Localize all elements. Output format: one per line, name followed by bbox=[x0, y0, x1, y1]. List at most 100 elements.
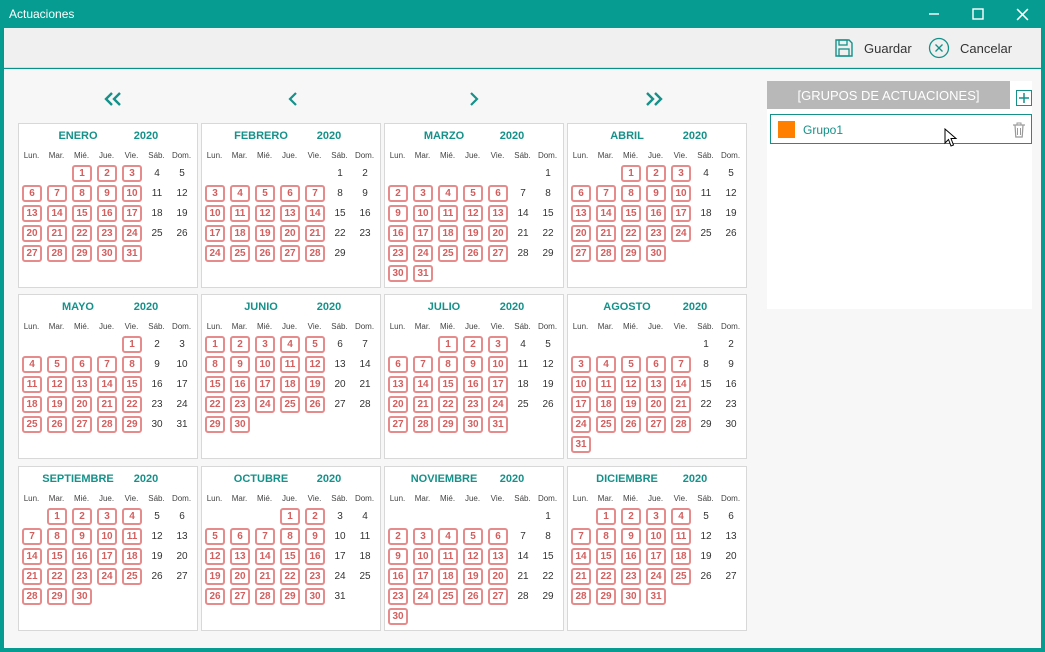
day-cell[interactable]: 7 bbox=[571, 528, 591, 545]
day-cell[interactable]: 14 bbox=[513, 205, 533, 222]
day-cell[interactable]: 15 bbox=[205, 376, 225, 393]
day-cell[interactable]: 26 bbox=[147, 568, 167, 585]
day-cell[interactable]: 2 bbox=[355, 165, 375, 182]
day-cell[interactable]: 18 bbox=[122, 548, 142, 565]
day-cell[interactable]: 5 bbox=[147, 508, 167, 525]
day-cell[interactable]: 30 bbox=[97, 245, 117, 262]
day-cell[interactable]: 2 bbox=[97, 165, 117, 182]
day-cell[interactable]: 24 bbox=[413, 588, 433, 605]
day-cell[interactable]: 16 bbox=[355, 205, 375, 222]
day-cell[interactable]: 23 bbox=[230, 396, 250, 413]
day-cell[interactable]: 11 bbox=[596, 376, 616, 393]
day-cell[interactable]: 2 bbox=[230, 336, 250, 353]
day-cell[interactable]: 25 bbox=[513, 396, 533, 413]
day-cell[interactable]: 20 bbox=[22, 225, 42, 242]
day-cell[interactable]: 31 bbox=[413, 265, 433, 282]
day-cell[interactable]: 17 bbox=[646, 548, 666, 565]
day-cell[interactable]: 22 bbox=[72, 225, 92, 242]
day-cell[interactable]: 25 bbox=[438, 588, 458, 605]
day-cell[interactable]: 24 bbox=[97, 568, 117, 585]
day-cell[interactable]: 16 bbox=[305, 548, 325, 565]
day-cell[interactable]: 4 bbox=[438, 528, 458, 545]
next-year-button[interactable] bbox=[464, 87, 484, 111]
day-cell[interactable]: 22 bbox=[280, 568, 300, 585]
day-cell[interactable]: 7 bbox=[671, 356, 691, 373]
day-cell[interactable]: 27 bbox=[280, 245, 300, 262]
day-cell[interactable]: 6 bbox=[721, 508, 741, 525]
day-cell[interactable]: 11 bbox=[438, 548, 458, 565]
day-cell[interactable]: 20 bbox=[488, 568, 508, 585]
day-cell[interactable]: 22 bbox=[122, 396, 142, 413]
day-cell[interactable]: 4 bbox=[22, 356, 42, 373]
day-cell[interactable]: 5 bbox=[463, 528, 483, 545]
day-cell[interactable]: 27 bbox=[230, 588, 250, 605]
day-cell[interactable]: 31 bbox=[571, 436, 591, 453]
day-cell[interactable]: 10 bbox=[413, 548, 433, 565]
day-cell[interactable]: 21 bbox=[671, 396, 691, 413]
day-cell[interactable]: 1 bbox=[72, 165, 92, 182]
maximize-button[interactable] bbox=[955, 0, 1001, 28]
day-cell[interactable]: 30 bbox=[388, 265, 408, 282]
day-cell[interactable]: 17 bbox=[671, 205, 691, 222]
day-cell[interactable]: 22 bbox=[538, 225, 558, 242]
day-cell[interactable]: 29 bbox=[280, 588, 300, 605]
day-cell[interactable]: 12 bbox=[721, 185, 741, 202]
day-cell[interactable]: 18 bbox=[147, 205, 167, 222]
day-cell[interactable]: 13 bbox=[280, 205, 300, 222]
day-cell[interactable]: 5 bbox=[538, 336, 558, 353]
day-cell[interactable]: 12 bbox=[621, 376, 641, 393]
day-cell[interactable]: 3 bbox=[413, 185, 433, 202]
day-cell[interactable]: 25 bbox=[355, 568, 375, 585]
day-cell[interactable]: 1 bbox=[538, 165, 558, 182]
day-cell[interactable]: 8 bbox=[330, 185, 350, 202]
prev-year-button[interactable] bbox=[283, 87, 303, 111]
day-cell[interactable]: 6 bbox=[280, 185, 300, 202]
day-cell[interactable]: 5 bbox=[47, 356, 67, 373]
day-cell[interactable]: 19 bbox=[721, 205, 741, 222]
day-cell[interactable]: 2 bbox=[388, 528, 408, 545]
day-cell[interactable]: 20 bbox=[646, 396, 666, 413]
day-cell[interactable]: 15 bbox=[538, 548, 558, 565]
day-cell[interactable]: 3 bbox=[97, 508, 117, 525]
day-cell[interactable]: 12 bbox=[696, 528, 716, 545]
day-cell[interactable]: 10 bbox=[488, 356, 508, 373]
day-cell[interactable]: 11 bbox=[22, 376, 42, 393]
day-cell[interactable]: 10 bbox=[122, 185, 142, 202]
day-cell[interactable]: 23 bbox=[388, 588, 408, 605]
day-cell[interactable]: 23 bbox=[305, 568, 325, 585]
day-cell[interactable]: 7 bbox=[513, 185, 533, 202]
day-cell[interactable]: 6 bbox=[488, 528, 508, 545]
day-cell[interactable]: 2 bbox=[305, 508, 325, 525]
day-cell[interactable]: 22 bbox=[438, 396, 458, 413]
day-cell[interactable]: 4 bbox=[438, 185, 458, 202]
day-cell[interactable]: 24 bbox=[205, 245, 225, 262]
day-cell[interactable]: 7 bbox=[47, 185, 67, 202]
day-cell[interactable]: 21 bbox=[47, 225, 67, 242]
day-cell[interactable]: 16 bbox=[621, 548, 641, 565]
day-cell[interactable]: 22 bbox=[538, 568, 558, 585]
day-cell[interactable]: 25 bbox=[147, 225, 167, 242]
day-cell[interactable]: 15 bbox=[280, 548, 300, 565]
day-cell[interactable]: 17 bbox=[172, 376, 192, 393]
day-cell[interactable]: 13 bbox=[488, 205, 508, 222]
day-cell[interactable]: 6 bbox=[388, 356, 408, 373]
day-cell[interactable]: 28 bbox=[513, 588, 533, 605]
day-cell[interactable]: 20 bbox=[230, 568, 250, 585]
day-cell[interactable]: 9 bbox=[355, 185, 375, 202]
day-cell[interactable]: 27 bbox=[172, 568, 192, 585]
day-cell[interactable]: 26 bbox=[47, 416, 67, 433]
day-cell[interactable]: 2 bbox=[463, 336, 483, 353]
day-cell[interactable]: 30 bbox=[230, 416, 250, 433]
day-cell[interactable]: 23 bbox=[621, 568, 641, 585]
day-cell[interactable]: 1 bbox=[696, 336, 716, 353]
day-cell[interactable]: 28 bbox=[305, 245, 325, 262]
day-cell[interactable]: 1 bbox=[438, 336, 458, 353]
day-cell[interactable]: 19 bbox=[147, 548, 167, 565]
day-cell[interactable]: 21 bbox=[413, 396, 433, 413]
day-cell[interactable]: 8 bbox=[72, 185, 92, 202]
day-cell[interactable]: 8 bbox=[280, 528, 300, 545]
day-cell[interactable]: 14 bbox=[47, 205, 67, 222]
day-cell[interactable]: 18 bbox=[596, 396, 616, 413]
day-cell[interactable]: 1 bbox=[280, 508, 300, 525]
trash-icon[interactable] bbox=[1012, 122, 1026, 138]
